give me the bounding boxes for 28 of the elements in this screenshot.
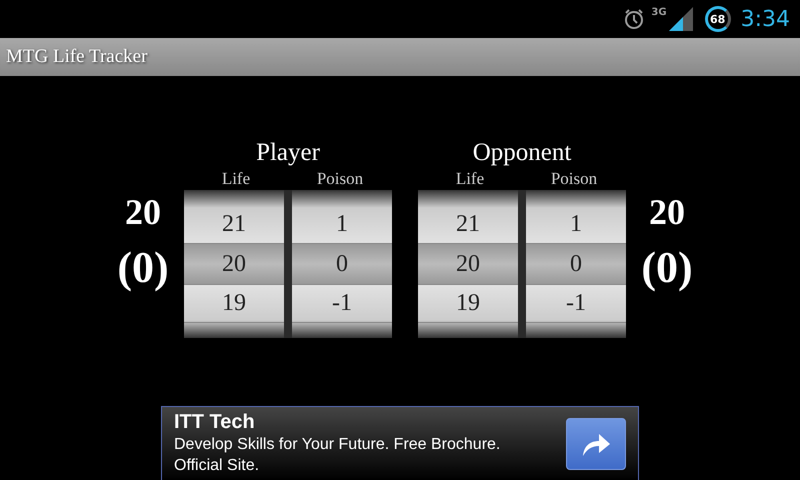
battery-indicator: 68 — [704, 6, 731, 32]
wheel-value[interactable]: -1 — [292, 284, 392, 323]
wheel-value[interactable]: 19 — [184, 284, 284, 323]
wheel-value[interactable]: 20 — [418, 244, 518, 285]
clock-time: 3:34 — [740, 6, 790, 32]
life-total: 20 — [125, 192, 161, 232]
share-button[interactable] — [566, 418, 626, 470]
wheel-value[interactable]: -1 — [526, 284, 626, 323]
wheel-label: Life — [454, 168, 486, 190]
alarm-clock-icon — [623, 8, 646, 30]
player-name: Opponent — [472, 138, 572, 168]
wheel-label: Poison — [550, 168, 598, 190]
wheel-value[interactable]: 0 — [292, 244, 392, 285]
wheel-value[interactable]: 20 — [184, 244, 284, 285]
poison-total: (0) — [117, 242, 169, 294]
poison-total: (0) — [641, 242, 693, 294]
ad-title: ITT Tech — [174, 411, 256, 434]
network-type: 3G — [651, 7, 667, 18]
life-total: 20 — [649, 192, 685, 232]
wheel-label: Life — [220, 168, 252, 190]
app-title: MTG Life Tracker — [6, 46, 148, 68]
signal-icon — [668, 7, 693, 31]
wheel-value[interactable]: 0 — [526, 244, 626, 285]
wheel-value[interactable]: 19 — [418, 284, 518, 323]
ad-text: Develop Skills for Your Future. Free Brochure. Official Site. — [174, 435, 502, 476]
player-name: Player — [256, 138, 320, 168]
wheel-label: Poison — [316, 168, 364, 190]
ad-banner[interactable]: ITT Tech Develop Skills for Your Future. Free Brochure. Official Site. — [161, 406, 639, 480]
